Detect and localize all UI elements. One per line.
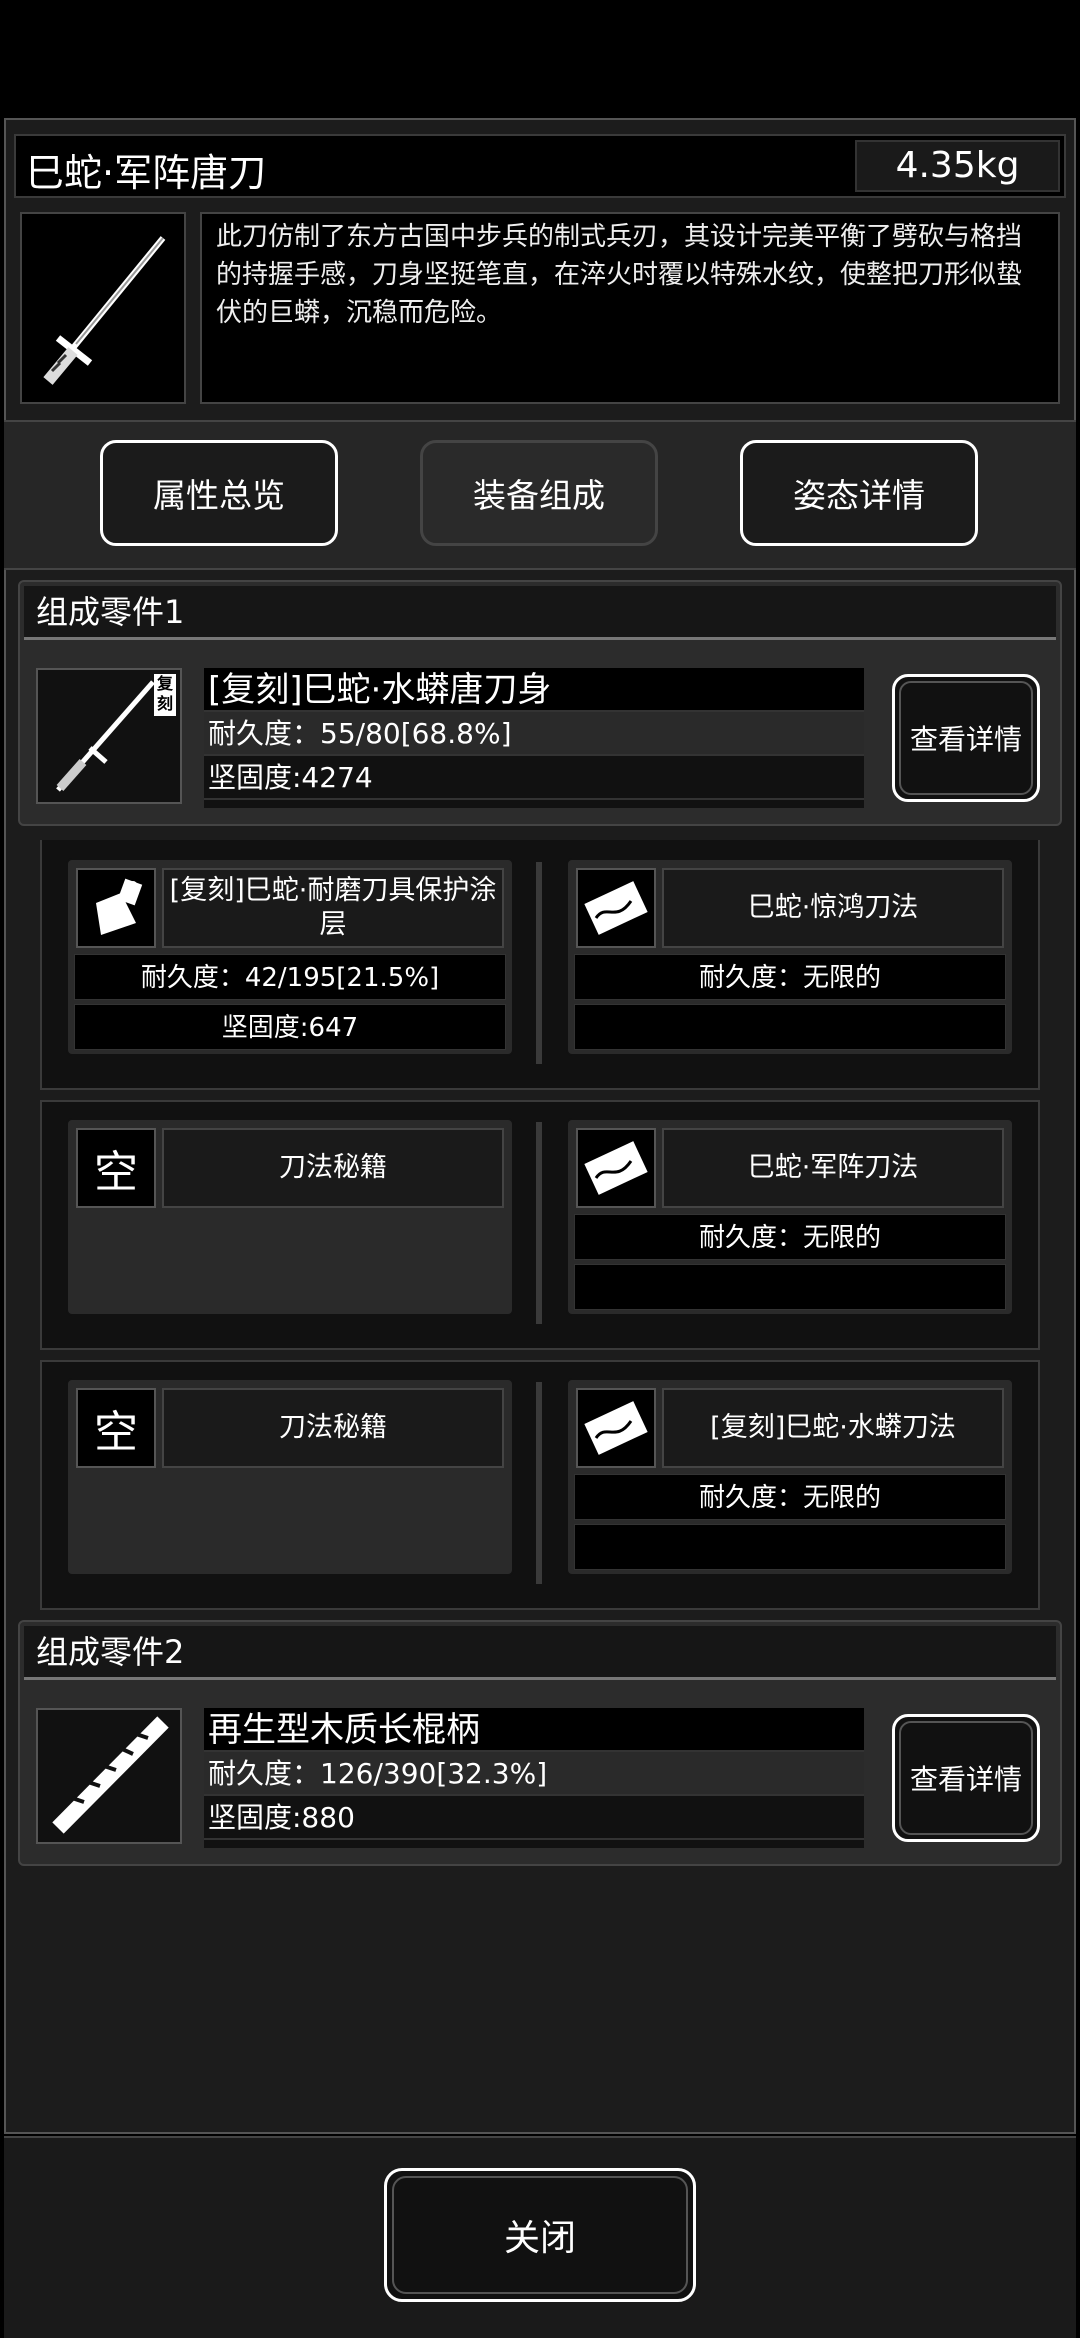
tab-stance-details[interactable]: 姿态详情 xyxy=(740,440,978,546)
part-header-2: 组成零件2 xyxy=(24,1626,1056,1680)
part-name-1: [复刻]巳蛇·水蟒唐刀身 xyxy=(204,668,864,712)
scroll-icon xyxy=(576,868,656,948)
slot-extra xyxy=(574,1004,1006,1050)
view-details-label-1: 查看详情 xyxy=(909,723,1022,756)
slot-name: 刀法秘籍 xyxy=(162,1128,504,1208)
slot-durability: 耐久度：无限的 xyxy=(574,1474,1006,1520)
part-info-1: [复刻]巳蛇·水蟒唐刀身 耐久度：55/80[68.8%] 坚固度:4274 xyxy=(204,668,864,808)
part-info-2: 再生型木质长棍柄 耐久度：126/390[32.3%] 坚固度:880 xyxy=(204,1708,864,1848)
tab-attributes-label: 属性总览 xyxy=(153,476,285,515)
wooden-handle-icon xyxy=(36,1708,182,1844)
tab-equipment-composition-label: 装备组成 xyxy=(473,476,605,515)
slot-technique-2[interactable]: 巳蛇·军阵刀法 耐久度：无限的 xyxy=(566,1118,1014,1316)
slot-technique-3[interactable]: [复刻]巳蛇·水蟒刀法 耐久度：无限的 xyxy=(566,1378,1014,1576)
part-durability-2: 耐久度：126/390[32.3%] xyxy=(204,1752,864,1796)
item-description: 此刀仿制了东方古国中步兵的制式兵刃，其设计完美平衡了劈砍与格挡的持握手感，刀身坚… xyxy=(200,212,1060,404)
slot-hardness: 坚固度:647 xyxy=(74,1004,506,1050)
replica-badge: 复刻 xyxy=(154,674,176,716)
slot-durability: 耐久度：无限的 xyxy=(574,954,1006,1000)
katana-icon xyxy=(20,212,186,404)
part-header-1: 组成零件1 xyxy=(24,586,1056,640)
slot-technique-1[interactable]: 巳蛇·惊鸿刀法 耐久度：无限的 xyxy=(566,858,1014,1056)
slot-extra xyxy=(574,1524,1006,1570)
slot-divider-2 xyxy=(536,1122,542,1324)
part-name-2: 再生型木质长棍柄 xyxy=(204,1708,864,1752)
slot-name: 刀法秘籍 xyxy=(162,1388,504,1468)
scroll-icon xyxy=(576,1128,656,1208)
replica-badge-text: 复刻 xyxy=(156,674,173,713)
scroll-icon xyxy=(576,1388,656,1468)
item-weight: 4.35kg xyxy=(855,140,1060,192)
slot-empty-2[interactable]: 空 刀法秘籍 xyxy=(66,1378,514,1576)
close-label: 关闭 xyxy=(503,2218,576,2259)
slot-name: 巳蛇·军阵刀法 xyxy=(662,1128,1004,1208)
view-details-button-2[interactable]: 查看详情 xyxy=(892,1714,1040,1842)
slot-name: [复刻]巳蛇·水蟒刀法 xyxy=(662,1388,1004,1468)
tab-attributes[interactable]: 属性总览 xyxy=(100,440,338,546)
slot-durability: 耐久度：42/195[21.5%] xyxy=(74,954,506,1000)
slot-name: [复刻]巳蛇·耐磨刀具保护涂层 xyxy=(162,868,504,948)
slot-extra xyxy=(574,1264,1006,1310)
part-hardness-2: 坚固度:880 xyxy=(204,1796,864,1840)
tab-equipment-composition[interactable]: 装备组成 xyxy=(420,440,658,546)
blade-icon: 复刻 xyxy=(36,668,182,804)
empty-slot-marker: 空 xyxy=(76,1128,156,1208)
coating-bottle-icon xyxy=(76,868,156,948)
slot-divider-1 xyxy=(536,862,542,1064)
view-details-label-2: 查看详情 xyxy=(909,1763,1022,1796)
slot-coating[interactable]: [复刻]巳蛇·耐磨刀具保护涂层 耐久度：42/195[21.5%] 坚固度:64… xyxy=(66,858,514,1056)
slot-durability: 耐久度：无限的 xyxy=(574,1214,1006,1260)
item-title: 巳蛇·军阵唐刀 xyxy=(26,151,267,195)
tab-stance-details-label: 姿态详情 xyxy=(793,476,925,515)
view-details-button-1[interactable]: 查看详情 xyxy=(892,674,1040,802)
slot-empty-1[interactable]: 空 刀法秘籍 xyxy=(66,1118,514,1316)
part-durability-1: 耐久度：55/80[68.8%] xyxy=(204,712,864,756)
slot-divider-3 xyxy=(536,1382,542,1584)
part-hardness-1: 坚固度:4274 xyxy=(204,756,864,800)
close-button[interactable]: 关闭 xyxy=(384,2168,696,2302)
empty-slot-marker: 空 xyxy=(76,1388,156,1468)
slot-name: 巳蛇·惊鸿刀法 xyxy=(662,868,1004,948)
